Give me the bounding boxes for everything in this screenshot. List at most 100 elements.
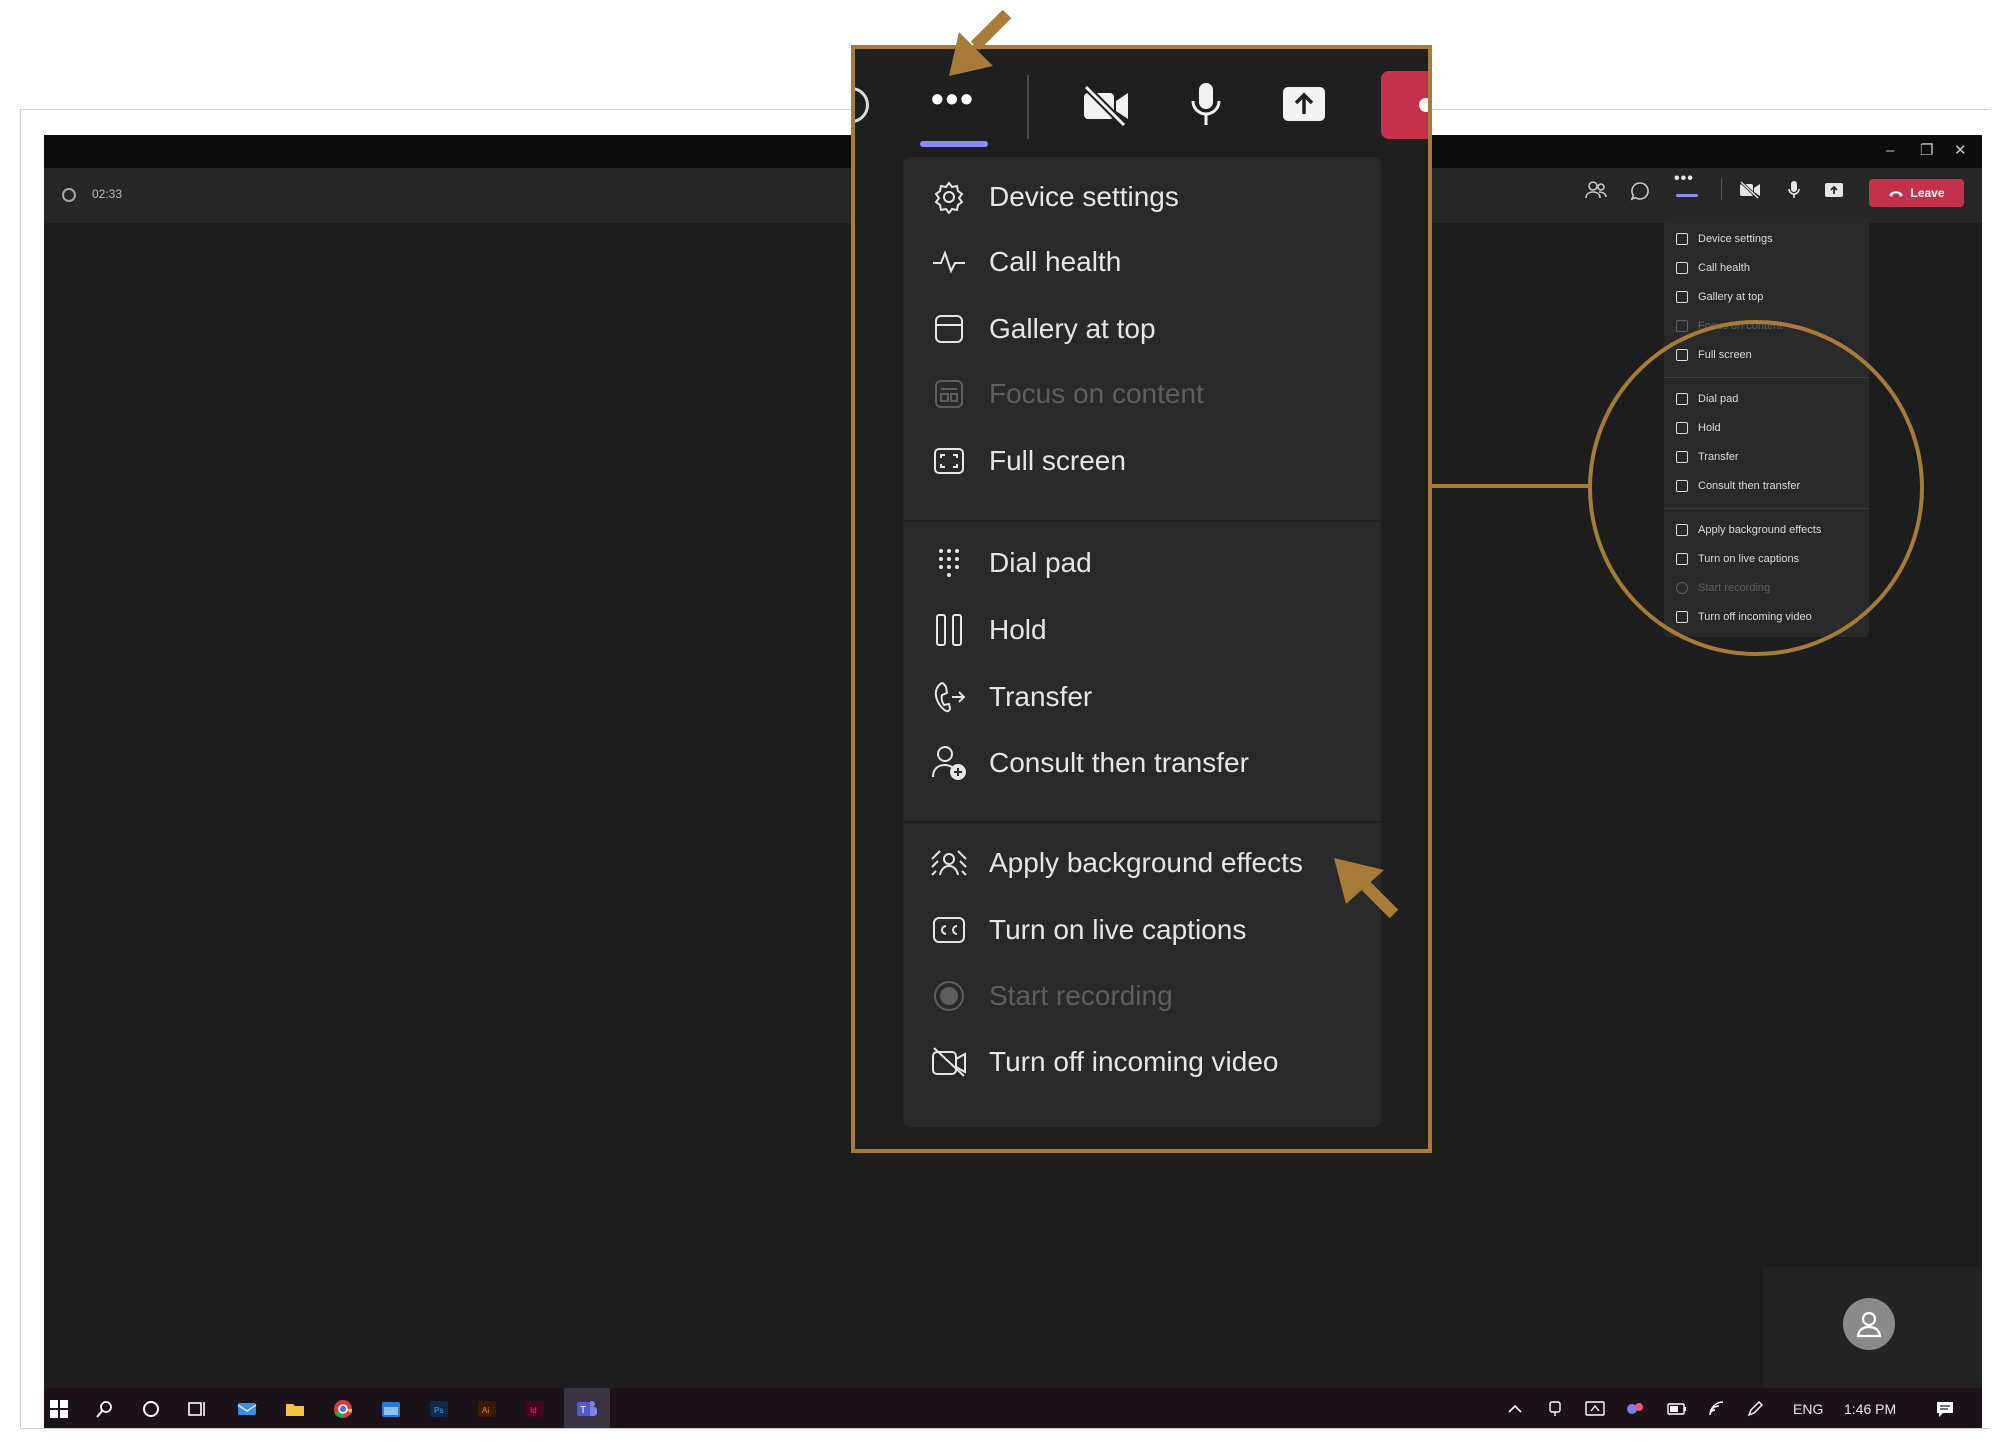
battery-icon[interactable] (1666, 1398, 1688, 1420)
menu-item-gallery-at-top[interactable]: Gallery at top (903, 299, 1381, 359)
leave-button[interactable] (1381, 71, 1428, 139)
screen-share-tray-icon[interactable] (1584, 1398, 1606, 1420)
callout-connector-line (1432, 484, 1590, 488)
video-off-icon (931, 1044, 967, 1080)
gallery-top-icon (1676, 291, 1688, 303)
teams-icon[interactable]: T (576, 1398, 598, 1420)
camera-off-icon[interactable] (1739, 181, 1761, 199)
photoshop-icon[interactable]: Ps (428, 1398, 450, 1420)
shield-icon (62, 188, 76, 202)
avatar[interactable] (1843, 1298, 1895, 1350)
more-actions-indicator (1676, 194, 1698, 197)
menu-item-label: Apply background effects (989, 847, 1303, 878)
menu-item-label: Dial pad (989, 547, 1092, 578)
search-icon[interactable] (94, 1398, 116, 1420)
mail-icon[interactable] (236, 1398, 258, 1420)
language-indicator[interactable]: ENG (1793, 1401, 1823, 1417)
share-screen-icon[interactable] (1281, 85, 1327, 123)
menu-item-apply-background-effects[interactable]: Apply background effects (903, 833, 1381, 893)
menu-item-transfer[interactable]: Transfer (903, 667, 1381, 727)
fullscreen-icon (931, 443, 967, 479)
clock[interactable]: 1:46 PM (1844, 1401, 1896, 1417)
menu-item-label: Transfer (989, 681, 1093, 712)
menu-item-turn-on-live-captions[interactable]: Turn on live captions (903, 900, 1381, 960)
gear-icon (1676, 233, 1688, 245)
meet-now-icon[interactable] (1544, 1398, 1566, 1420)
svg-text:T: T (580, 1405, 586, 1416)
restore-button[interactable]: ❐ (1920, 141, 1933, 161)
file-explorer-icon[interactable] (284, 1398, 306, 1420)
menu-item-label: Start recording (989, 980, 1173, 1011)
toolbar-divider (1027, 75, 1029, 139)
windows-start-icon[interactable] (48, 1398, 70, 1420)
leave-button[interactable]: Leave (1869, 179, 1964, 207)
gallery-top-icon (931, 311, 967, 347)
background-effects-icon (931, 845, 967, 881)
menu-item-device-settings[interactable]: Device settings (903, 167, 1381, 227)
teams-tray-icon[interactable] (1624, 1398, 1646, 1420)
task-view-icon[interactable] (186, 1398, 208, 1420)
callout-highlight-circle (1588, 320, 1924, 656)
notifications-icon[interactable] (1934, 1398, 1956, 1420)
menu-item-turn-off-incoming-video[interactable]: Turn off incoming video (903, 1032, 1381, 1092)
minimize-button[interactable]: – (1886, 141, 1894, 161)
dialpad-icon (931, 545, 967, 581)
zoom-call-toolbar: ••• (855, 49, 1428, 154)
menu-item-start-recording: Start recording (903, 966, 1381, 1026)
mini-menu-label: Gallery at top (1698, 291, 1764, 303)
menu-divider (903, 520, 1381, 522)
more-actions-indicator (920, 141, 988, 147)
annotation-arrow-icon (1334, 858, 1399, 919)
hang-up-icon (1419, 98, 1428, 112)
chat-icon[interactable] (855, 87, 869, 123)
record-icon (931, 978, 967, 1014)
illustrator-icon[interactable]: Ai (476, 1398, 498, 1420)
focus-content-icon (931, 376, 967, 412)
chrome-icon[interactable] (332, 1398, 354, 1420)
consult-transfer-icon (931, 745, 967, 781)
more-actions-menu: Device settings Call health Gallery at t… (903, 157, 1381, 1127)
camera-off-icon[interactable] (1082, 85, 1130, 127)
annotation-arrow-icon (949, 9, 1012, 76)
menu-item-label: Device settings (989, 181, 1179, 212)
share-screen-icon[interactable] (1824, 181, 1844, 199)
menu-item-label: Consult then transfer (989, 747, 1249, 778)
menu-item-dial-pad[interactable]: Dial pad (903, 533, 1381, 593)
more-actions-button[interactable]: ••• (1674, 170, 1694, 188)
svg-text:Id: Id (530, 1406, 537, 1415)
cortana-icon[interactable] (140, 1398, 162, 1420)
indesign-icon[interactable]: Id (524, 1398, 546, 1420)
mini-menu-item[interactable]: Device settings (1676, 229, 1773, 249)
pen-icon[interactable] (1744, 1398, 1766, 1420)
svg-text:Ai: Ai (482, 1406, 489, 1415)
menu-item-label: Call health (989, 246, 1122, 277)
menu-item-call-health[interactable]: Call health (903, 232, 1381, 292)
participants-icon[interactable] (1584, 180, 1608, 200)
captions-icon (931, 912, 967, 948)
menu-item-label: Hold (989, 614, 1047, 645)
menu-item-label: Full screen (989, 445, 1126, 476)
chevron-up-icon[interactable] (1504, 1398, 1526, 1420)
mini-menu-label: Call health (1698, 262, 1750, 274)
menu-divider (903, 821, 1381, 823)
microphone-icon[interactable] (1190, 81, 1222, 127)
more-actions-button[interactable]: ••• (931, 79, 975, 119)
zoom-callout-box: ••• Device settings Call health Gallery … (851, 45, 1432, 1153)
menu-item-hold[interactable]: Hold (903, 600, 1381, 660)
wifi-icon[interactable] (1706, 1398, 1728, 1420)
focus-content-icon (1676, 320, 1688, 332)
screenshot-stage: { "window": { "call_timer": "02:33", "co… (0, 0, 1998, 1445)
menu-item-focus-on-content: Focus on content (903, 364, 1381, 424)
windows-taskbar: Ps Ai Id T ENG 1:46 PM (44, 1388, 1982, 1428)
svg-text:Ps: Ps (434, 1406, 443, 1415)
close-button[interactable]: ✕ (1954, 141, 1967, 161)
calendar-icon[interactable] (380, 1398, 402, 1420)
microphone-icon[interactable] (1787, 180, 1801, 200)
chat-icon[interactable] (1630, 181, 1650, 201)
menu-item-consult-then-transfer[interactable]: Consult then transfer (903, 733, 1381, 793)
mini-menu-item[interactable]: Call health (1676, 258, 1750, 278)
leave-label: Leave (1910, 186, 1945, 200)
toolbar-divider (1721, 178, 1722, 200)
menu-item-full-screen[interactable]: Full screen (903, 431, 1381, 491)
mini-menu-item[interactable]: Gallery at top (1676, 287, 1763, 307)
